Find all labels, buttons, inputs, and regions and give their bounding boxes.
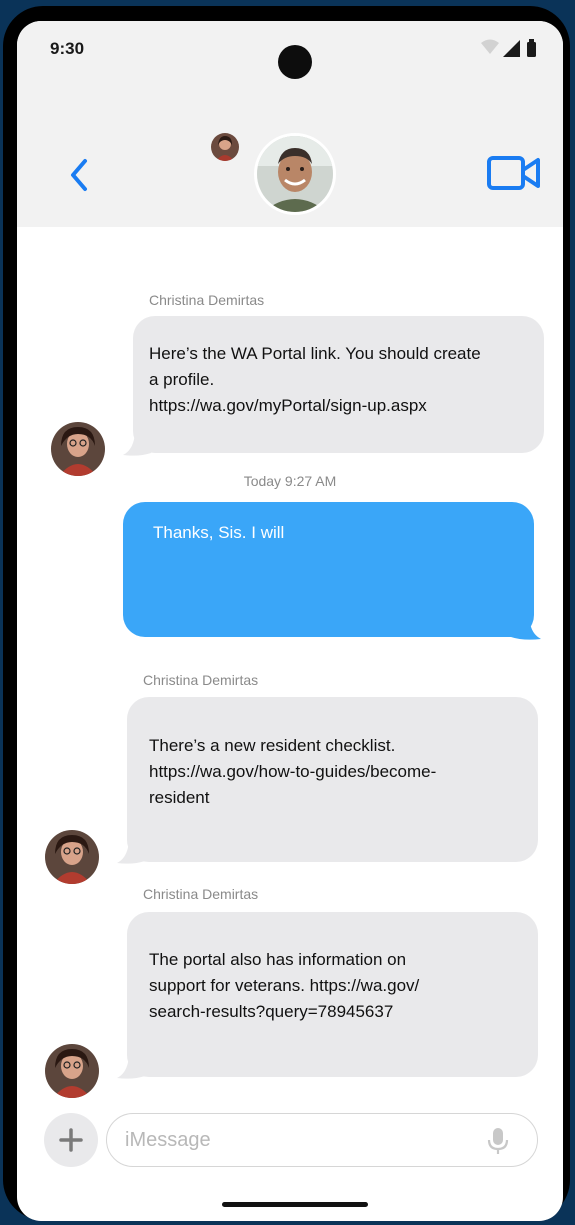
message-line: https://wa.gov/how-to-guides/become- [149,762,437,781]
sent-message-bubble[interactable]: Thanks, Sis. I will [123,502,534,637]
received-message-bubble[interactable]: There’s a new resident checklist. https:… [127,697,538,862]
microphone-icon[interactable] [487,1126,509,1156]
bubble-tail [123,429,151,456]
signal-icon [503,40,520,57]
phone-screen: 9:30 Christina Demirtas Here’s the WA Po… [17,21,563,1221]
group-avatar-small[interactable] [211,133,239,161]
christina-avatar-icon [45,830,99,884]
message-line: There’s a new resident checklist. [149,736,396,755]
contact-avatar-main[interactable] [254,133,336,215]
message-line: https://wa.gov/myPortal/sign-up.aspx [149,396,427,415]
video-call-button[interactable] [486,153,542,193]
message-input[interactable]: iMessage [106,1113,538,1167]
phone-frame: 9:30 Christina Demirtas Here’s the WA Po… [3,6,570,1221]
home-indicator[interactable] [222,1202,368,1207]
back-button[interactable] [65,155,93,195]
status-icons [481,39,536,57]
message-sender: Christina Demirtas [143,886,259,902]
wifi-icon [481,39,499,54]
sender-avatar[interactable] [45,830,99,884]
bubble-tail [117,837,145,864]
message-sender: Christina Demirtas [143,672,259,688]
video-camera-icon [487,156,540,190]
message-line: a profile. [149,370,215,389]
message-timestamp: Today 9:27 AM [243,473,337,489]
battery-icon [527,42,536,57]
plus-icon [59,1128,83,1152]
message-input-placeholder: iMessage [125,1129,211,1151]
received-message-bubble[interactable]: Here’s the WA Portal link. You should cr… [133,316,544,453]
message-line: resident [149,788,210,807]
sender-avatar[interactable] [45,1044,99,1098]
message-sender: Christina Demirtas [149,292,265,308]
message-line: Thanks, Sis. I will [153,523,285,542]
christina-avatar-icon [211,133,239,161]
bubble-tail [511,613,541,640]
bubble-tail [117,1052,145,1079]
sender-avatar[interactable] [51,422,105,476]
received-message-bubble[interactable]: The portal also has information on suppo… [127,912,538,1077]
add-attachment-button[interactable] [44,1113,98,1167]
front-camera [278,45,312,79]
christina-avatar-icon [51,422,105,476]
message-line: search-results?query=78945637 [149,1002,394,1021]
message-line: Here’s the WA Portal link. You should cr… [149,344,481,363]
contact-photo-icon [257,136,333,212]
message-line: The portal also has information on [149,950,407,969]
status-time: 9:30 [50,39,85,58]
christina-avatar-icon [45,1044,99,1098]
message-line: support for veterans. https://wa.gov/ [149,976,420,995]
conversation-header: 9:30 [17,21,563,227]
chevron-left-icon [71,159,87,191]
